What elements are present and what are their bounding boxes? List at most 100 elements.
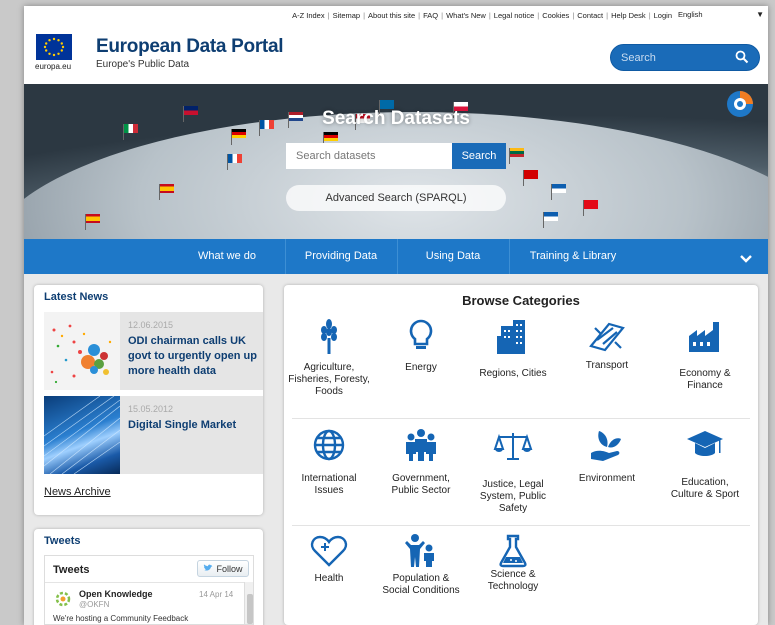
wheat-icon [309,318,349,354]
news-title[interactable]: Digital Single Market [128,418,262,433]
link-help-desk[interactable]: Help Desk [611,11,646,20]
flag-icon [159,184,174,200]
category-justice[interactable]: Justice, Legal System, Public Safety [472,427,554,523]
link-legal-notice[interactable]: Legal notice [494,11,534,20]
twitter-bird-icon [203,563,213,574]
scales-icon [493,427,533,463]
category-transport[interactable]: Transport [566,318,648,414]
eu-flag-logo[interactable] [36,34,72,60]
europa-label[interactable]: europa.eu [35,62,71,71]
category-label: Economy & Finance [679,368,731,391]
header-search-input[interactable] [615,49,733,67]
tweet-item[interactable]: Open Knowledge @OKFN 14 Apr 14 We're hos… [45,582,245,624]
site-subtitle: Europe's Public Data [96,59,190,70]
flag-icon [523,170,538,186]
news-archive-link[interactable]: News Archive [44,486,111,498]
dataset-search-button[interactable]: Search [452,143,506,169]
heart-icon [309,533,349,569]
category-label: Environment [578,473,636,484]
tweet-author[interactable]: Open Knowledge [79,589,153,599]
category-education[interactable]: Education, Culture & Sport [664,427,746,523]
road-icon [587,318,627,354]
utility-bar: A-Z Index | Sitemap | About this site | FAQ… [24,6,768,24]
site-header: europa.eu European Data Portal Europe's … [24,24,768,84]
category-government[interactable]: Government, Public Sector [380,427,462,523]
dataset-search-input[interactable] [286,143,452,169]
nav-item-using-data[interactable]: Using Data [398,239,508,274]
category-health[interactable]: Health [288,533,370,615]
buildings-icon [493,318,533,354]
flag-icon [323,132,338,148]
factory-icon [685,318,725,354]
link-az-index[interactable]: A-Z Index [292,11,325,20]
globe-icon [309,427,349,463]
tweet-scrollbar[interactable] [244,582,253,624]
category-international-issues[interactable]: International Issues [288,427,370,523]
tweet-date[interactable]: 14 Apr 14 [199,590,233,599]
flag-icon [551,184,566,200]
news-date: 15.05.2012 [128,404,174,414]
category-population[interactable]: Population & Social Conditions [380,533,462,615]
link-sitemap[interactable]: Sitemap [333,11,361,20]
category-label: Population & Social Conditions [382,573,460,596]
category-label: Agriculture, Fisheries, Foresty, Foods [288,362,370,397]
category-agriculture[interactable]: Agriculture, Fisheries, Foresty, Foods [288,318,370,414]
nav-item-what-we-do[interactable]: What we do [172,239,282,274]
family-icon [401,533,441,569]
category-label: Education, Culture & Sport [670,477,740,500]
category-label: Justice, Legal System, Public Safety [479,479,547,514]
search-icon[interactable] [735,50,749,69]
news-date: 12.06.2015 [128,320,174,330]
plant-hand-icon [587,427,627,463]
category-label: Transport [585,360,629,371]
category-label: Regions, Cities [479,368,547,379]
link-contact[interactable]: Contact [577,11,603,20]
link-login[interactable]: Login [654,11,672,20]
twitter-widget-title: Tweets [53,564,90,576]
twitter-widget: Tweets Follow Open Knowledge @OKFN 14 Ap… [44,555,254,625]
follow-button[interactable]: Follow [197,560,249,577]
nav-item-providing-data[interactable]: Providing Data [286,239,396,274]
link-about[interactable]: About this site [368,11,415,20]
utility-links: A-Z Index | Sitemap | About this site | FAQ… [292,11,672,20]
open-knowledge-avatar-icon [53,589,73,609]
page: A-Z Index | Sitemap | About this site | FAQ… [24,6,768,625]
follow-label: Follow [216,563,243,574]
category-label: Energy [405,362,437,373]
language-select[interactable]: English ▼ [678,10,764,22]
flag-icon [583,200,598,216]
odi-logo-icon[interactable] [726,90,754,118]
latest-news-heading: Latest News [44,291,109,303]
category-science-technology[interactable]: Science & Technology [472,533,554,615]
nav-item-training-library[interactable]: Training & Library [510,239,636,274]
link-cookies[interactable]: Cookies [542,11,569,20]
category-regions-cities[interactable]: Regions, Cities [472,318,554,414]
category-economy-finance[interactable]: Economy & Finance [664,318,746,414]
news-item[interactable]: 15.05.2012 Digital Single Market [44,396,263,474]
advanced-search-button[interactable]: Advanced Search (SPARQL) [286,185,506,211]
row-divider [292,525,750,526]
flag-icon [509,148,524,164]
news-thumbnail [44,396,120,474]
news-item[interactable]: 12.06.2015 ODI chairman calls UK govt to… [44,312,263,390]
browse-categories-card: Browse Categories Agriculture, Fisheries… [284,285,758,625]
link-faq[interactable]: FAQ [423,11,438,20]
tweets-card: Tweets Tweets Follow Open Knowledge @OKF… [34,529,263,625]
news-title[interactable]: ODI chairman calls UK govt to urgently o… [128,334,262,379]
tweet-text: We're hosting a Community Feedback [53,614,189,623]
banner-title: Search Datasets [322,108,470,129]
category-energy[interactable]: Energy [380,318,462,414]
browse-categories-heading: Browse Categories [462,293,580,308]
link-whats-new[interactable]: What's New [446,11,486,20]
category-label: Science & Technology [487,569,539,592]
site-title[interactable]: European Data Portal [96,36,284,58]
hero-banner: Search Datasets Search Advanced Search (… [24,84,768,239]
flag-icon [231,129,246,145]
chevron-down-icon[interactable] [739,251,753,269]
tweet-handle[interactable]: @OKFN [79,600,109,609]
category-environment[interactable]: Environment [566,427,648,523]
news-thumbnail [44,312,120,390]
flag-icon [85,214,100,230]
dataset-search: Search [286,143,506,169]
content-area: Latest News 12.06.2015 ODI chairman call… [24,274,768,625]
